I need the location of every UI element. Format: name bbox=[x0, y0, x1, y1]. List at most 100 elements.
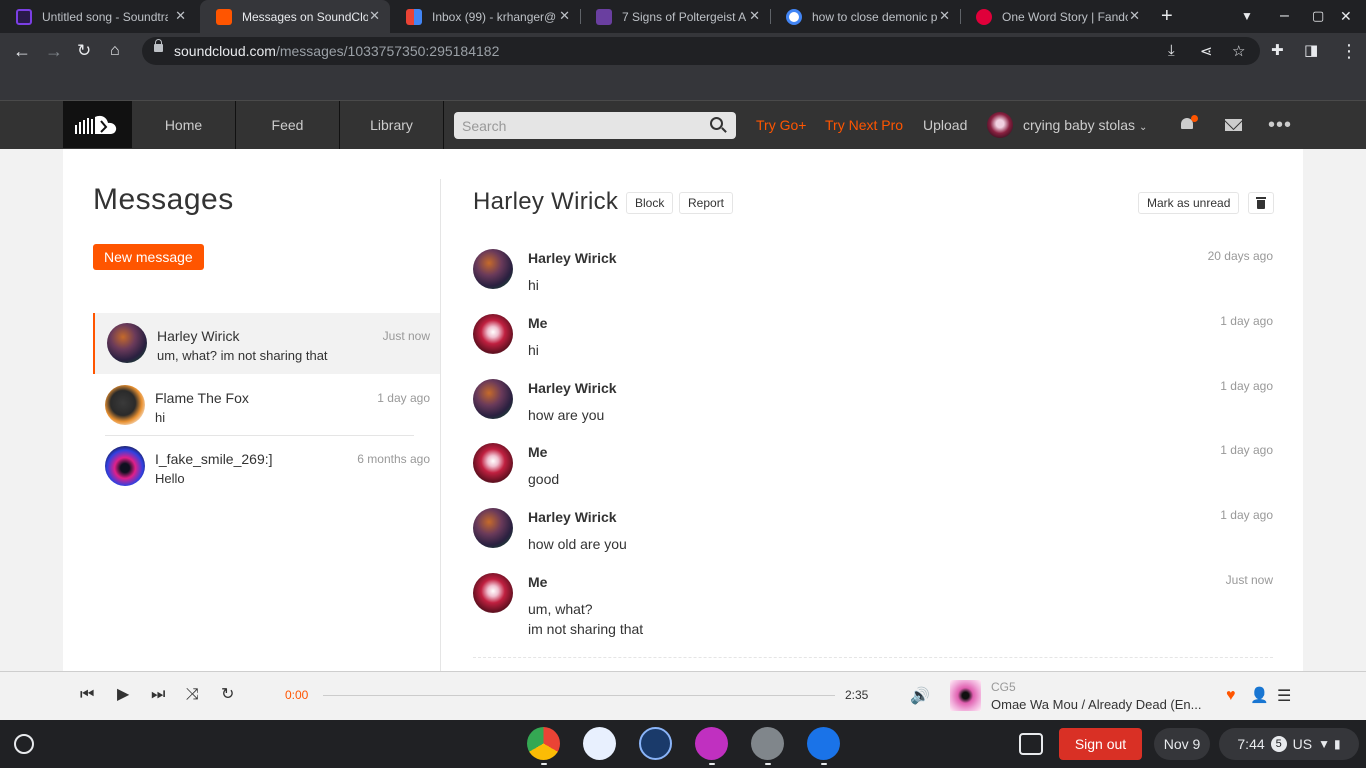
try-go-plus-link[interactable]: Try Go+ bbox=[756, 117, 806, 133]
messages-envelope-icon[interactable] bbox=[1225, 119, 1242, 131]
date-tray[interactable]: Nov 9 bbox=[1154, 728, 1210, 760]
cloud-app-icon[interactable] bbox=[583, 727, 616, 760]
message-text: im not sharing that bbox=[528, 621, 644, 637]
next-track-icon[interactable]: ⏭ bbox=[151, 685, 165, 705]
repeat-icon[interactable]: ↻ bbox=[221, 685, 234, 705]
close-tab-icon[interactable]: ✕ bbox=[559, 8, 570, 24]
message-sender[interactable]: Harley Wirick bbox=[528, 380, 617, 396]
avatar[interactable] bbox=[473, 249, 513, 289]
settings-gear-icon[interactable] bbox=[751, 727, 784, 760]
browser-menu-icon[interactable]: ⋮ bbox=[1340, 41, 1358, 61]
previous-track-icon[interactable]: ⏮ bbox=[80, 685, 94, 705]
close-tab-icon[interactable]: ✕ bbox=[749, 8, 760, 24]
avatar bbox=[105, 446, 145, 486]
notifications-bell-icon[interactable] bbox=[1180, 115, 1198, 131]
conversation-item-i-fake-smile[interactable]: I_fake_smile_269:] Hello 6 months ago bbox=[93, 436, 440, 497]
message-sender[interactable]: Me bbox=[528, 444, 547, 460]
creative-app-icon[interactable] bbox=[695, 727, 728, 760]
tab-soundcloud-messages[interactable]: Messages on SoundCloud ✕ bbox=[200, 0, 390, 33]
message-sender[interactable]: Me bbox=[528, 315, 547, 331]
message-sender[interactable]: Me bbox=[528, 574, 547, 590]
progress-track[interactable] bbox=[323, 695, 835, 696]
search-input[interactable] bbox=[454, 112, 736, 139]
keyboard-locale: US bbox=[1292, 736, 1313, 752]
close-tab-icon[interactable]: ✕ bbox=[175, 8, 186, 24]
avatar[interactable] bbox=[473, 443, 513, 483]
search-icon[interactable] bbox=[710, 117, 723, 130]
try-next-pro-link[interactable]: Try Next Pro bbox=[825, 117, 903, 133]
restore-window-icon[interactable]: ▢ bbox=[1312, 5, 1324, 27]
extensions-puzzle-icon[interactable]: ✚ bbox=[1271, 41, 1284, 61]
bookmark-star-icon[interactable]: ☆ bbox=[1232, 42, 1245, 60]
install-app-icon[interactable]: ⤓ bbox=[1168, 42, 1175, 59]
tab-google-search[interactable]: how to close demonic p ✕ bbox=[770, 0, 960, 33]
message-time: 1 day ago bbox=[1220, 508, 1273, 522]
tab-gmail[interactable]: Inbox (99) - krhanger@ ✕ bbox=[390, 0, 580, 33]
back-arrow-icon[interactable]: ← bbox=[13, 41, 31, 61]
new-tab-plus-icon[interactable]: + bbox=[1161, 5, 1173, 27]
mark-as-unread-button[interactable]: Mark as unread bbox=[1138, 192, 1240, 214]
conversation-item-harley-wirick[interactable]: Harley Wirick um, what? im not sharing t… bbox=[93, 313, 440, 374]
nav-library[interactable]: Library bbox=[340, 101, 444, 149]
conversation-item-flame-the-fox[interactable]: Flame The Fox hi 1 day ago bbox=[93, 375, 440, 436]
avatar[interactable] bbox=[473, 379, 513, 419]
tab-fandom[interactable]: One Word Story | Fando ✕ bbox=[960, 0, 1150, 33]
url-path: /messages/1033757350:295184182 bbox=[275, 43, 500, 59]
queue-list-icon[interactable]: ☰ bbox=[1277, 686, 1291, 706]
close-tab-icon[interactable]: ✕ bbox=[1129, 8, 1140, 24]
more-dots-icon[interactable]: ••• bbox=[1268, 114, 1292, 137]
avatar[interactable] bbox=[473, 573, 513, 613]
follow-user-icon[interactable]: 👤 bbox=[1250, 686, 1269, 704]
play-icon[interactable]: ▶ bbox=[117, 685, 129, 705]
url-host: soundcloud.com bbox=[174, 43, 276, 59]
message-time: 20 days ago bbox=[1207, 249, 1273, 263]
avatar[interactable] bbox=[473, 508, 513, 548]
close-tab-icon[interactable]: ✕ bbox=[939, 8, 950, 24]
conversation-preview: Hello bbox=[155, 471, 185, 486]
avatar[interactable] bbox=[473, 314, 513, 354]
files-folder-icon[interactable] bbox=[807, 727, 840, 760]
close-window-icon[interactable]: ✕ bbox=[1340, 5, 1352, 27]
running-indicator bbox=[541, 763, 547, 765]
track-duration: 2:35 bbox=[845, 688, 869, 702]
tab-soundtrap[interactable]: Untitled song - Soundtrap ✕ bbox=[0, 0, 196, 33]
tab-search-chevron-icon[interactable]: ▼ bbox=[1241, 5, 1253, 27]
report-button[interactable]: Report bbox=[679, 192, 734, 214]
reload-icon[interactable]: ↻ bbox=[77, 41, 91, 61]
close-tab-icon[interactable]: ✕ bbox=[369, 8, 380, 24]
shuffle-icon[interactable]: ⤨ bbox=[186, 685, 199, 705]
side-panel-icon[interactable]: ◨ bbox=[1304, 41, 1318, 61]
upload-link[interactable]: Upload bbox=[923, 117, 967, 133]
chrome-app-icon[interactable] bbox=[527, 727, 560, 760]
delete-trash-icon[interactable] bbox=[1248, 192, 1274, 214]
search-app-icon[interactable] bbox=[639, 727, 672, 760]
conversation-preview: um, what? im not sharing that bbox=[157, 348, 328, 363]
track-artist[interactable]: CG5 bbox=[991, 680, 1016, 694]
holding-space-icon[interactable] bbox=[1019, 733, 1043, 755]
volume-icon[interactable]: 🔊 bbox=[910, 686, 930, 706]
home-icon[interactable]: ⌂ bbox=[110, 41, 120, 61]
nav-feed[interactable]: Feed bbox=[236, 101, 340, 149]
share-icon[interactable]: ⋖ bbox=[1200, 42, 1213, 60]
soundcloud-logo[interactable] bbox=[63, 101, 132, 148]
avatar bbox=[107, 323, 147, 363]
message-sender[interactable]: Harley Wirick bbox=[528, 509, 617, 525]
track-artwork[interactable] bbox=[950, 680, 981, 711]
block-button[interactable]: Block bbox=[626, 192, 674, 214]
forward-arrow-icon[interactable]: → bbox=[45, 41, 63, 61]
message-sender[interactable]: Harley Wirick bbox=[528, 250, 617, 266]
status-tray[interactable]: 7:44 5 US ▼ ▮ bbox=[1219, 728, 1359, 760]
tab-poltergeist[interactable]: 7 Signs of Poltergeist A ✕ bbox=[580, 0, 770, 33]
like-heart-icon[interactable]: ♥ bbox=[1226, 687, 1236, 705]
user-avatar[interactable] bbox=[987, 112, 1013, 138]
new-message-button[interactable]: New message bbox=[93, 244, 204, 270]
sign-out-button[interactable]: Sign out bbox=[1059, 728, 1142, 760]
conversation-time: Just now bbox=[382, 329, 430, 343]
omnibox[interactable]: soundcloud.com/messages/1033757350:29518… bbox=[142, 37, 1260, 65]
user-menu[interactable]: crying baby stolas ⌄ bbox=[1023, 117, 1147, 133]
current-time: 0:00 bbox=[285, 688, 309, 702]
launcher-icon[interactable] bbox=[14, 734, 34, 754]
nav-home[interactable]: Home bbox=[132, 101, 236, 149]
minimize-icon[interactable]: – bbox=[1280, 5, 1289, 27]
track-title[interactable]: Omae Wa Mou / Already Dead (En... bbox=[991, 697, 1213, 712]
